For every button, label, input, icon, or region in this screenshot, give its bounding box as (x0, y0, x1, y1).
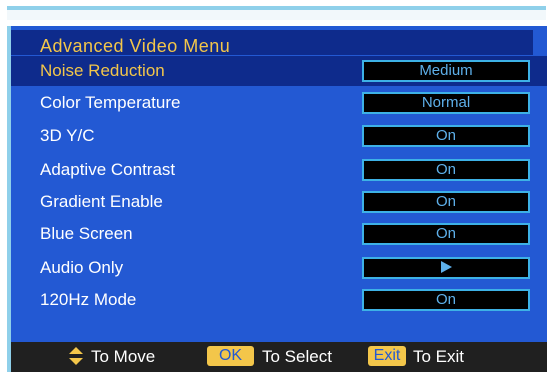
move-hint-label: To Move (91, 347, 156, 366)
noise-reduction-value[interactable]: Medium (362, 60, 530, 82)
gradient-enable-value[interactable]: On (362, 191, 530, 213)
menu-item-adaptive-contrast[interactable]: Adaptive Contrast On (11, 155, 547, 185)
menu-item-label: Adaptive Contrast (40, 160, 176, 179)
window-top-frame (7, 6, 546, 20)
menu-item-label: Gradient Enable (40, 192, 163, 211)
color-temperature-value[interactable]: Normal (362, 92, 530, 114)
menu-item-label: 120Hz Mode (40, 290, 137, 309)
menu-item-gradient-enable[interactable]: Gradient Enable On (11, 187, 547, 217)
menu-title-bar: Advanced Video Menu (11, 30, 533, 56)
menu-item-audio-only[interactable]: Audio Only (11, 253, 547, 283)
blue-screen-value[interactable]: On (362, 223, 530, 245)
advanced-video-menu: Advanced Video Menu Noise Reduction Medi… (11, 26, 547, 372)
menu-item-noise-reduction[interactable]: Noise Reduction Medium (11, 56, 547, 86)
menu-item-120hz-mode[interactable]: 120Hz Mode On (11, 285, 547, 315)
ok-key-badge: OK (207, 346, 254, 366)
menu-item-label: Blue Screen (40, 224, 133, 243)
exit-hint-label: To Exit (413, 347, 465, 366)
play-arrow-icon (440, 261, 452, 274)
key-hint-bar: To Move OK To Select Exit To Exit (11, 342, 547, 372)
menu-title: Advanced Video Menu (40, 36, 231, 56)
up-down-arrows-icon (69, 347, 83, 365)
menu-item-label: Audio Only (40, 258, 124, 277)
select-hint-label: To Select (262, 347, 332, 366)
exit-key-badge: Exit (368, 346, 406, 366)
menu-item-label: Color Temperature (40, 93, 181, 112)
menu-item-label: 3D Y/C (40, 126, 95, 145)
audio-only-submenu-button[interactable] (362, 257, 530, 279)
menu-item-3d-yc[interactable]: 3D Y/C On (11, 121, 547, 151)
3d-yc-value[interactable]: On (362, 125, 530, 147)
120hz-mode-value[interactable]: On (362, 289, 530, 311)
menu-item-blue-screen[interactable]: Blue Screen On (11, 219, 547, 249)
adaptive-contrast-value[interactable]: On (362, 159, 530, 181)
menu-item-color-temperature[interactable]: Color Temperature Normal (11, 88, 547, 118)
menu-item-label: Noise Reduction (40, 61, 165, 80)
